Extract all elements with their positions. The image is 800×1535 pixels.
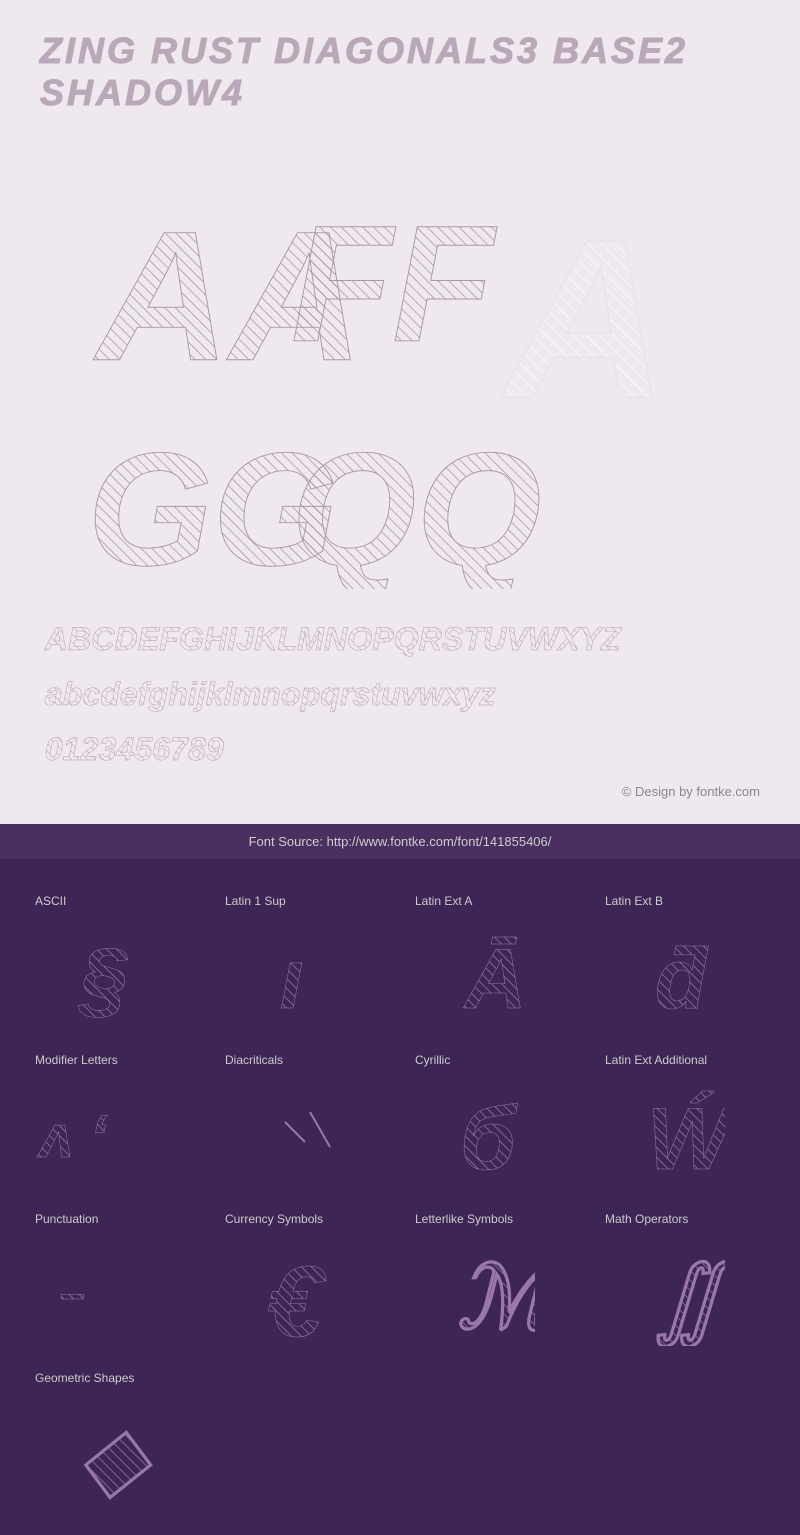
glyph-cell-cyrillic: Cyrillic б bbox=[400, 1038, 590, 1197]
font-source-bar: Font Source: http://www.fontke.com/font/… bbox=[0, 824, 800, 859]
glyph-char-container-letterlike: ℳ bbox=[410, 1241, 580, 1341]
alphabet-upper-text: ABCDEFGHIJKLMNOPQRSTUVWXYZ bbox=[44, 621, 622, 657]
glyph-char-container-latinextadd: Ẃ bbox=[600, 1082, 770, 1182]
medium-chars-svg: GG QQ bbox=[40, 389, 760, 589]
glyph-letterlike-svg: ℳ bbox=[455, 1236, 535, 1346]
font-title: ZING RUST DIAGONALS3 BASE2 SHADOW4 bbox=[40, 30, 760, 114]
glyph-char-container-latin1sup: ı bbox=[220, 923, 390, 1023]
glyph-char-container-cyrillic: б bbox=[410, 1082, 580, 1182]
geoshapes-row: Geometric Shapes ◆ bbox=[20, 1356, 780, 1515]
glyph-char-container-mathops: ∬ bbox=[600, 1241, 770, 1341]
glyph-label-letterlike: Letterlike Symbols bbox=[410, 1212, 580, 1226]
glyph-char-container-diacriticals bbox=[220, 1082, 390, 1182]
glyph-label-latin1sup: Latin 1 Sup bbox=[220, 894, 390, 908]
glyph-cell-latinextb: Latin Ext B ƌ bbox=[590, 879, 780, 1038]
glyph-latinextadd-svg: Ẃ bbox=[645, 1077, 725, 1187]
glyph-grid: ASCII § Latin 1 Sup bbox=[20, 879, 780, 1356]
glyph-label-cyrillic: Cyrillic bbox=[410, 1053, 580, 1067]
glyph-ascii-svg: § bbox=[75, 918, 155, 1028]
glyph-cell-modletters: Modifier Letters ʌ ʻ bbox=[20, 1038, 210, 1197]
svg-text:ℳ: ℳ bbox=[457, 1248, 535, 1346]
glyph-label-ascii: ASCII bbox=[30, 894, 200, 908]
svg-text:Ā: Ā bbox=[463, 932, 526, 1027]
digits-text: 0123456789 bbox=[45, 731, 224, 767]
glyph-char-container-latinexta: Ā bbox=[410, 923, 580, 1023]
sample-text-lines: ABCDEFGHIJKLMNOPQRSTUVWXYZ abcdefghijklm… bbox=[40, 609, 760, 774]
glyph-cell-currency: Currency Symbols € bbox=[210, 1197, 400, 1356]
glyph-mathops-svg: ∬ bbox=[645, 1236, 725, 1346]
svg-text:ƌ: ƌ bbox=[655, 932, 709, 1027]
svg-text:б: б bbox=[460, 1089, 518, 1187]
glyph-modletters-svg: ʌ ʻ bbox=[35, 1092, 195, 1172]
glyph-diacriticals-svg bbox=[265, 1092, 345, 1172]
glyph-cyrillic-svg: б bbox=[455, 1077, 535, 1187]
glyph-cell-latinextadd: Latin Ext Additional Ẃ bbox=[590, 1038, 780, 1197]
svg-text:§: § bbox=[78, 932, 128, 1027]
glyph-char-container-ascii: § bbox=[30, 923, 200, 1023]
alphabet-lower-svg: abcdefghijklmnopqrstuvwxyz bbox=[40, 664, 760, 719]
glyph-currency-svg: € bbox=[265, 1231, 345, 1351]
glyph-cell-ascii: ASCII § bbox=[20, 879, 210, 1038]
glyph-label-geoshapes: Geometric Shapes bbox=[30, 1371, 200, 1385]
glyph-label-latinexta: Latin Ext A bbox=[410, 894, 580, 908]
svg-text:∬: ∬ bbox=[655, 1248, 725, 1346]
glyph-latinexta-svg: Ā bbox=[455, 918, 535, 1028]
glyph-label-modletters: Modifier Letters bbox=[30, 1053, 200, 1067]
credit: © Design by fontke.com bbox=[40, 784, 760, 804]
glyph-cell-mathops: Math Operators ∬ bbox=[590, 1197, 780, 1356]
svg-text:ı: ı bbox=[280, 932, 304, 1027]
glyph-char-container-latinextb: ƌ bbox=[600, 923, 770, 1023]
glyph-char-container-currency: € bbox=[220, 1241, 390, 1341]
glyph-cell-latin1sup: Latin 1 Sup ı bbox=[210, 879, 400, 1038]
digits-svg: 0123456789 bbox=[40, 719, 760, 774]
glyph-char-container-geoshapes: ◆ bbox=[30, 1400, 200, 1500]
preview-section: ZING RUST DIAGONALS3 BASE2 SHADOW4 AA FF bbox=[0, 0, 800, 824]
svg-text:◆: ◆ bbox=[80, 1411, 153, 1505]
glyph-char-container-punctuation: – bbox=[30, 1241, 200, 1341]
alphabet-lower-text: abcdefghijklmnopqrstuvwxyz bbox=[45, 676, 496, 712]
glyph-label-latinextb: Latin Ext B bbox=[600, 894, 770, 908]
glyph-punctuation-svg: – bbox=[55, 1261, 175, 1321]
svg-text:QQ: QQ bbox=[291, 420, 542, 589]
glyph-cell-letterlike: Letterlike Symbols ℳ bbox=[400, 1197, 590, 1356]
glyph-cell-geoshapes: Geometric Shapes ◆ bbox=[20, 1356, 210, 1515]
font-source-text: Font Source: http://www.fontke.com/font/… bbox=[249, 834, 552, 849]
glyph-char-container-modletters: ʌ ʻ bbox=[30, 1082, 200, 1182]
glyph-cell-diacriticals: Diacriticals bbox=[210, 1038, 400, 1197]
svg-text:Ẃ: Ẃ bbox=[647, 1089, 725, 1187]
svg-text:–: – bbox=[60, 1268, 85, 1319]
large-chars-svg: AA FF A bbox=[40, 144, 760, 424]
alphabet-upper-svg: ABCDEFGHIJKLMNOPQRSTUVWXYZ bbox=[40, 609, 760, 664]
glyph-latin1sup-svg: ı bbox=[265, 918, 345, 1028]
glyph-label-diacriticals: Diacriticals bbox=[220, 1053, 390, 1067]
svg-text:ʌ ʻ: ʌ ʻ bbox=[37, 1103, 108, 1170]
glyph-label-currency: Currency Symbols bbox=[220, 1212, 390, 1226]
glyph-label-mathops: Math Operators bbox=[600, 1212, 770, 1226]
glyph-label-punctuation: Punctuation bbox=[30, 1212, 200, 1226]
svg-text:FF: FF bbox=[291, 192, 497, 377]
svg-text:€: € bbox=[267, 1246, 327, 1351]
glyph-label-latinextadd: Latin Ext Additional bbox=[600, 1053, 770, 1067]
glyph-latinextb-svg: ƌ bbox=[645, 918, 725, 1028]
glyph-geoshapes-svg: ◆ bbox=[75, 1395, 155, 1505]
glyph-section: ASCII § Latin 1 Sup bbox=[0, 859, 800, 1535]
glyph-cell-punctuation: Punctuation – bbox=[20, 1197, 210, 1356]
glyph-cell-latinexta: Latin Ext A Ā bbox=[400, 879, 590, 1038]
